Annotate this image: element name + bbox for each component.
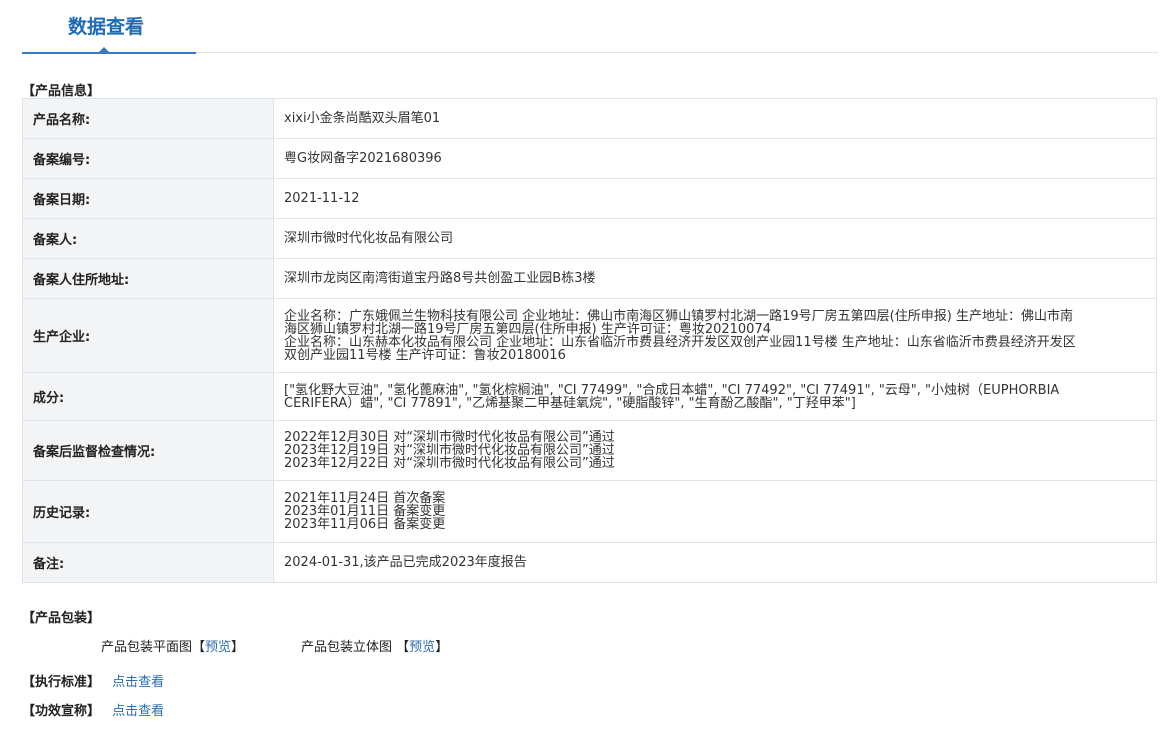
info-row-value: 2021-11-12 — [273, 178, 1157, 219]
info-row-label: 备案人住所地址: — [22, 258, 274, 299]
info-row-value-line: 2024-01-31,该产品已完成2023年度报告 — [284, 555, 527, 570]
packaging-stereo-item: 产品包装立体图 【预览】 — [301, 636, 448, 655]
info-row-value: ["氢化野大豆油", "氢化蓖麻油", "氢化棕榈油", "CI 77499",… — [273, 372, 1157, 421]
info-row-label: 备案后监督检查情况: — [22, 420, 274, 481]
bracket-close: 】 — [231, 640, 245, 655]
info-row-value: 深圳市龙岗区南湾街道宝丹路8号共创盈工业园B栋3楼 — [273, 258, 1157, 299]
efficacy-view-link[interactable]: 点击查看 — [112, 704, 164, 719]
info-row: 成分: ["氢化野大豆油", "氢化蓖麻油", "氢化棕榈油", "CI 7749… — [22, 372, 1157, 421]
tab-data-view[interactable]: 数据查看 — [22, 0, 196, 54]
product-info-table: 产品名称: xixi小金条尚酷双头眉笔01 备案编号: 粤G妆网备字202168039… — [22, 98, 1157, 583]
info-row-label: 生产企业: — [22, 298, 274, 373]
packaging-flat-preview-link[interactable]: 预览 — [205, 640, 231, 655]
info-row-value-line: 海区狮山镇罗村北湖一路19号厂房五第四层(住所申报) 生产许可证：粤妆20210… — [284, 321, 771, 337]
standard-label: 【执行标准】 — [22, 675, 101, 690]
info-row: 生产企业: 企业名称：广东娥佩兰生物科技有限公司 企业地址：佛山市南海区狮山镇罗村… — [22, 298, 1157, 373]
info-row-value: 企业名称：广东娥佩兰生物科技有限公司 企业地址：佛山市南海区狮山镇罗村北湖一路1… — [273, 298, 1157, 373]
info-row-value: 深圳市微时代化妆品有限公司 — [273, 218, 1157, 259]
info-row-value-line: 企业名称：山东赫本化妆品有限公司 企业地址：山东省临沂市费县经济开发区双创产业园… — [284, 334, 1076, 350]
info-row-value-line: 2021-11-12 — [284, 191, 360, 206]
info-row: 备注: 2024-01-31,该产品已完成2023年度报告 — [22, 542, 1157, 583]
tab-bar: 数据查看 — [22, 0, 1158, 54]
info-row-value-line: 粤G妆网备字2021680396 — [284, 151, 442, 166]
info-row-label: 历史记录: — [22, 480, 274, 543]
info-row-label: 备注: — [22, 542, 274, 583]
info-row-value-line: 深圳市龙岗区南湾街道宝丹路8号共创盈工业园B栋3楼 — [284, 271, 596, 286]
efficacy-row: 【功效宣称】 点击查看 — [22, 700, 164, 719]
section-title-packaging: 【产品包装】 — [22, 611, 101, 626]
info-row-value: 粤G妆网备字2021680396 — [273, 138, 1157, 179]
info-row-value-line: xixi小金条尚酷双头眉笔01 — [284, 111, 441, 126]
info-row-value: 2024-01-31,该产品已完成2023年度报告 — [273, 542, 1157, 583]
section-title-product-info: 【产品信息】 — [22, 84, 101, 99]
packaging-flat-item: 产品包装平面图【预览】 — [101, 636, 244, 655]
bracket-close: 】 — [435, 640, 449, 655]
info-row: 备案后监督检查情况: 2022年12月30日 对“深圳市微时代化妆品有限公司”通过… — [22, 420, 1157, 481]
standard-row: 【执行标准】 点击查看 — [22, 671, 164, 690]
efficacy-label: 【功效宣称】 — [22, 704, 101, 719]
info-row: 备案人住所地址: 深圳市龙岗区南湾街道宝丹路8号共创盈工业园B栋3楼 — [22, 258, 1157, 299]
info-row-value-line: 深圳市微时代化妆品有限公司 — [284, 231, 454, 246]
standard-view-link[interactable]: 点击查看 — [112, 675, 164, 690]
info-row: 备案日期: 2021-11-12 — [22, 178, 1157, 219]
info-row-value-line: CERIFERA）蜡", "CI 77891", "乙烯基聚二甲基硅氧烷", "… — [284, 395, 856, 411]
info-row: 产品名称: xixi小金条尚酷双头眉笔01 — [22, 98, 1157, 139]
info-row-label: 产品名称: — [22, 98, 274, 139]
info-row-value-line: ["氢化野大豆油", "氢化蓖麻油", "氢化棕榈油", "CI 77499",… — [284, 382, 1060, 398]
info-row-label: 备案编号: — [22, 138, 274, 179]
info-row: 备案编号: 粤G妆网备字2021680396 — [22, 138, 1157, 179]
info-row-label: 备案人: — [22, 218, 274, 259]
info-row-value: xixi小金条尚酷双头眉笔01 — [273, 98, 1157, 139]
info-row: 备案人: 深圳市微时代化妆品有限公司 — [22, 218, 1157, 259]
info-row-value: 2021年11月24日 首次备案 2023年01月11日 备案变更 2023年11月… — [273, 480, 1157, 543]
packaging-flat-label: 产品包装平面图 — [101, 640, 193, 655]
tab-active-caret-icon — [98, 47, 110, 53]
info-row-label: 成分: — [22, 372, 274, 421]
info-row: 历史记录: 2021年11月24日 首次备案 2023年01月11日 备案变更 202… — [22, 480, 1157, 543]
info-row-value-line: 双创产业园11号楼 生产许可证：鲁妆20180016 — [284, 347, 566, 363]
info-row-value-line: 2023年12月22日 对“深圳市微时代化妆品有限公司”通过 — [284, 456, 615, 471]
packaging-stereo-label: 产品包装立体图 — [301, 640, 393, 655]
bracket-open: 【 — [192, 640, 206, 655]
info-row-value: 2022年12月30日 对“深圳市微时代化妆品有限公司”通过 2023年12月19… — [273, 420, 1157, 481]
tab-title: 数据查看 — [68, 16, 145, 38]
bracket-open: 【 — [396, 640, 410, 655]
info-row-label: 备案日期: — [22, 178, 274, 219]
packaging-stereo-preview-link[interactable]: 预览 — [409, 640, 435, 655]
info-row-value-line: 2023年11月06日 备案变更 — [284, 517, 446, 532]
info-row-value-line: 企业名称：广东娥佩兰生物科技有限公司 企业地址：佛山市南海区狮山镇罗村北湖一路1… — [284, 308, 1073, 324]
